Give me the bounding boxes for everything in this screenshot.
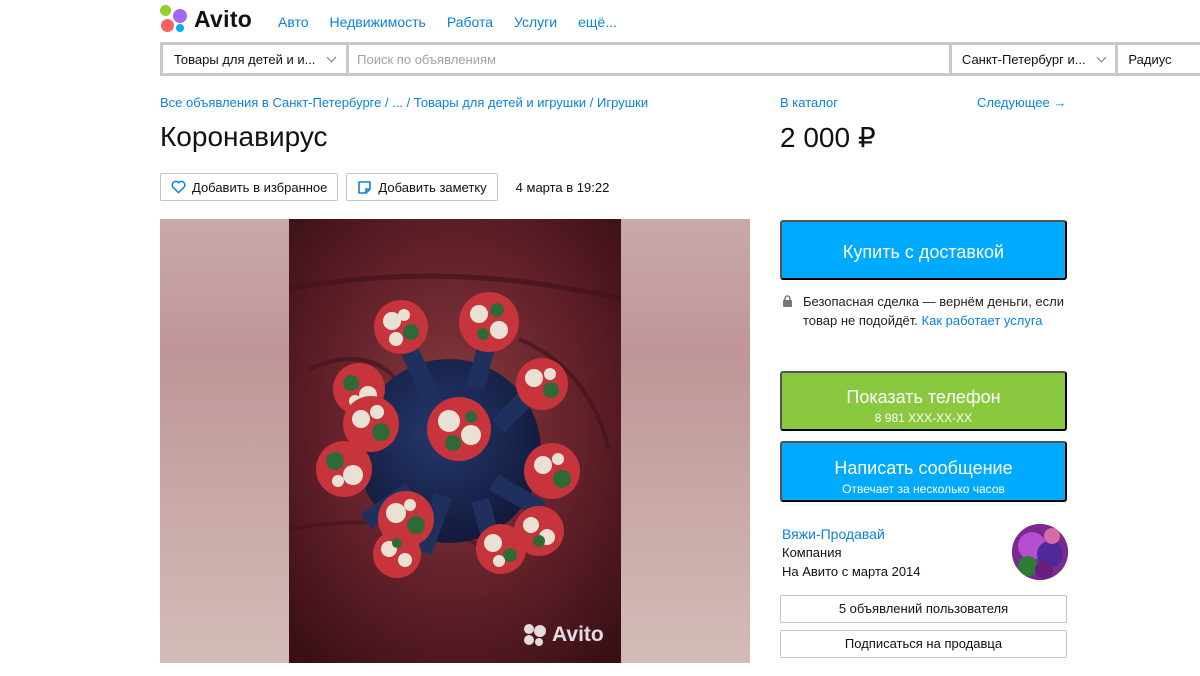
avito-watermark-text: Avito <box>552 623 604 646</box>
avito-logo[interactable]: Avito <box>160 4 252 34</box>
gallery-blur-left <box>160 219 289 663</box>
add-note-label: Добавить заметку <box>378 179 487 195</box>
add-note-button[interactable]: Добавить заметку <box>346 173 498 201</box>
crochet-virus-toy-image <box>289 219 621 663</box>
listing-photo[interactable] <box>289 219 621 663</box>
radius-select[interactable]: Радиус <box>1118 45 1200 73</box>
response-time: Отвечает за несколько часов <box>842 481 1005 496</box>
subscribe-seller-button[interactable]: Подписаться на продавца <box>780 630 1067 658</box>
add-to-favorites-label: Добавить в избранное <box>192 179 328 195</box>
breadcrumb-kids-goods[interactable]: Товары для детей и игрушки <box>414 95 586 110</box>
breadcrumb: Все объявления в Санкт-Петербурге / ... … <box>160 95 648 110</box>
phone-number-masked: 8 981 XXX-XX-XX <box>874 411 973 425</box>
radius-select-value: Радиус <box>1128 51 1172 67</box>
show-phone-button[interactable]: Показать телефон 8 981 XXX-XX-XX <box>780 371 1067 431</box>
logo-text: Avito <box>194 5 253 32</box>
city-select-value: Санкт-Петербург и... <box>961 51 1086 67</box>
nav-link-jobs[interactable]: Работа <box>447 14 493 30</box>
category-select[interactable]: Товары для детей и и... <box>163 45 347 73</box>
breadcrumb-toys[interactable]: Игрушки <box>597 95 648 110</box>
nav-link-services[interactable]: Услуги <box>514 14 557 30</box>
how-it-works-link[interactable]: Как работает услуга <box>922 313 1043 328</box>
breadcrumb-separator: / <box>403 95 414 110</box>
seller-since: На Авито с марта 2014 <box>782 564 921 579</box>
add-to-favorites-button[interactable]: Добавить в избранное <box>160 173 339 201</box>
listing-price: 2 000 ₽ <box>780 122 876 153</box>
page-title: Коронавирус <box>160 121 328 152</box>
gallery-blur-right <box>621 219 750 663</box>
write-message-label: Написать сообщение <box>834 457 1013 478</box>
next-listing-link[interactable]: Следующее → <box>977 95 1066 110</box>
note-icon <box>358 180 372 194</box>
avito-watermark-icon <box>524 624 546 646</box>
nav-link-auto[interactable]: Авто <box>278 14 309 30</box>
chevron-down-icon <box>326 52 337 62</box>
photo-gallery[interactable]: Avito <box>160 219 750 663</box>
search-bar: Товары для детей и и... Санкт-Петербург … <box>160 42 1200 76</box>
buy-with-delivery-button[interactable]: Купить с доставкой <box>780 220 1067 280</box>
seller-type: Компания <box>782 545 842 560</box>
avito-watermark: Avito <box>523 623 604 647</box>
breadcrumb-separator: / <box>381 95 393 110</box>
write-message-button[interactable]: Написать сообщение Отвечает за несколько… <box>780 441 1067 502</box>
seller-avatar[interactable] <box>1012 524 1068 580</box>
lock-icon <box>783 295 792 307</box>
publish-date: 4 марта в 19:22 <box>515 179 610 195</box>
catalog-link[interactable]: В каталог <box>780 95 838 110</box>
listing-actions: Добавить в избранное Добавить заметку 4 … <box>160 173 609 201</box>
heart-icon <box>171 180 186 194</box>
top-navigation: Авто Недвижимость Работа Услуги ещё... <box>278 14 638 30</box>
chevron-down-icon <box>1096 52 1107 62</box>
search-field <box>349 45 949 73</box>
safe-deal-info: Безопасная сделка — вернём деньги, если … <box>782 292 1072 330</box>
seller-listings-button[interactable]: 5 объявлений пользователя <box>780 595 1067 623</box>
breadcrumb-ellipsis[interactable]: ... <box>392 95 403 110</box>
search-input[interactable] <box>357 51 941 67</box>
category-select-value: Товары для детей и и... <box>174 51 316 67</box>
city-select[interactable]: Санкт-Петербург и... <box>951 45 1116 73</box>
seller-name-link[interactable]: Вяжи-Продавай <box>782 526 885 542</box>
nav-link-more[interactable]: ещё... <box>578 14 617 30</box>
seller-avatar-image <box>1012 524 1068 580</box>
breadcrumb-separator: / <box>586 95 598 110</box>
nav-link-realty[interactable]: Недвижимость <box>330 14 426 30</box>
show-phone-label: Показать телефон <box>846 387 1001 407</box>
avito-logo-icon <box>160 5 188 33</box>
breadcrumb-all-listings[interactable]: Все объявления в Санкт-Петербурге <box>160 95 381 110</box>
